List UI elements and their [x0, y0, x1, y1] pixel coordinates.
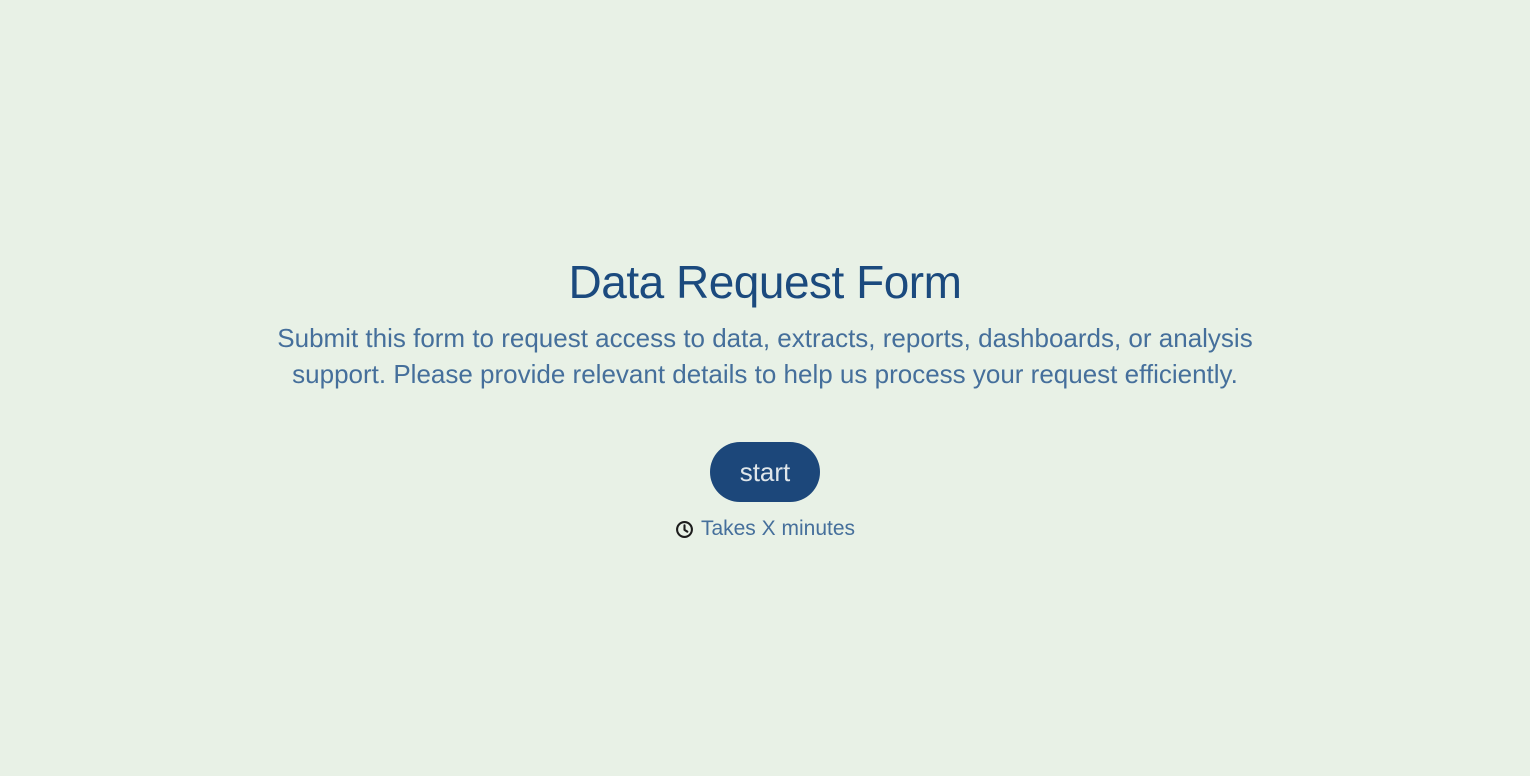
welcome-screen: Data Request Form Submit this form to re… [0, 254, 1530, 542]
form-title: Data Request Form [568, 256, 962, 308]
start-button[interactable]: start [709, 442, 821, 502]
time-estimate: Takes X minutes [675, 516, 855, 542]
form-welcome-page: Data Request Form Submit this form to re… [0, 0, 1530, 776]
time-estimate-text: Takes X minutes [700, 517, 856, 540]
clock-icon [675, 520, 694, 539]
form-description: Submit this form to request access to da… [277, 323, 1253, 389]
